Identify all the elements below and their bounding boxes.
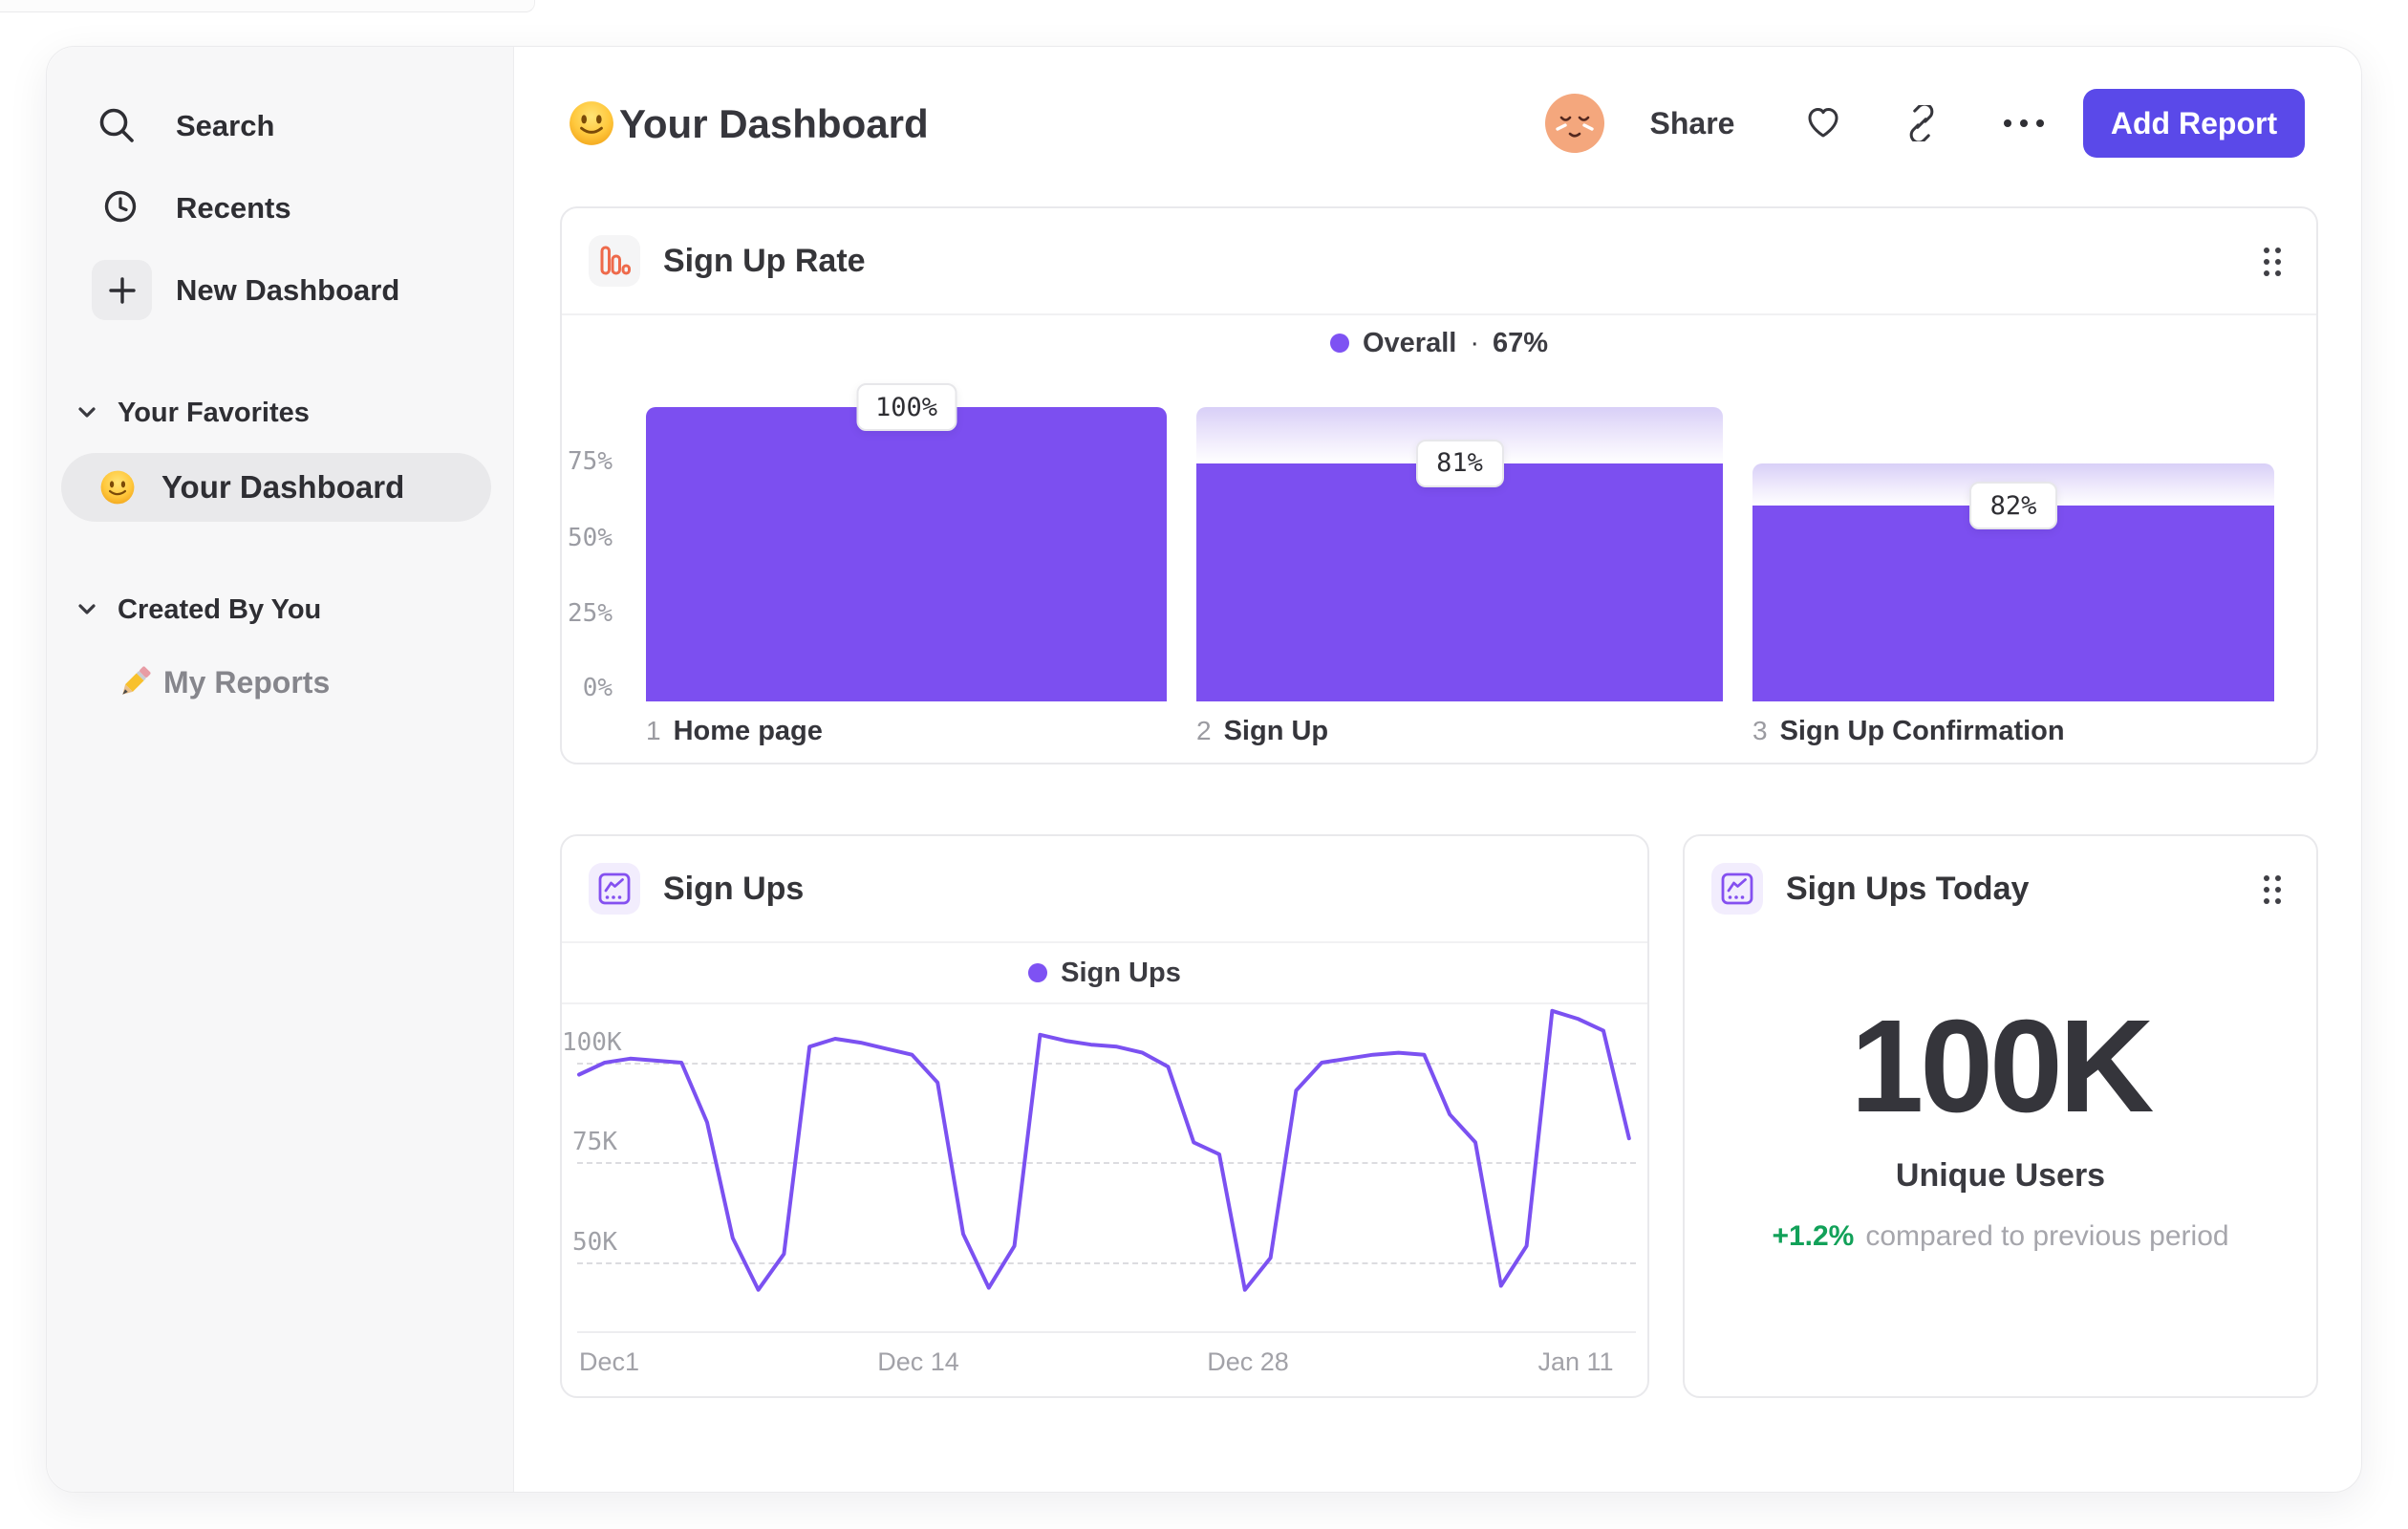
- drag-handle-icon[interactable]: [2253, 871, 2291, 909]
- card-header: Sign Ups: [562, 836, 1647, 943]
- sidebar-item-new-dashboard[interactable]: New Dashboard: [92, 260, 493, 320]
- sidebar-item-search[interactable]: Search: [97, 105, 479, 147]
- line-legend[interactable]: Sign Ups: [562, 943, 1647, 1004]
- sidebar-item-label: New Dashboard: [176, 273, 400, 307]
- sidebar-item-label: Search: [176, 109, 275, 142]
- drag-handle-icon[interactable]: [2253, 243, 2291, 281]
- step-name: Sign Up: [1223, 716, 1329, 746]
- x-axis-tick: Dec1: [579, 1347, 640, 1376]
- metric-caption: Unique Users: [1895, 1157, 2106, 1194]
- legend-dot: [1028, 963, 1048, 982]
- user-avatar[interactable]: [1544, 93, 1605, 154]
- background-window-edge: [0, 0, 535, 12]
- legend-label: Sign Ups: [1061, 957, 1181, 988]
- line-chart-icon: [598, 872, 631, 905]
- plus-icon: [108, 276, 136, 304]
- metric-delta-row: +1.2% compared to previous period: [1685, 1220, 2316, 1253]
- delta-caption: compared to previous period: [1865, 1220, 2229, 1252]
- funnel-chart-icon-box: [589, 235, 640, 287]
- sidebar-item-label: Your Dashboard: [161, 469, 405, 505]
- line-chart-icon-box: [589, 863, 640, 915]
- section-title: Created By You: [118, 594, 322, 625]
- x-axis-tick: Dec 28: [1207, 1347, 1289, 1376]
- step-number: 2: [1196, 716, 1212, 745]
- funnel-bar[interactable]: [646, 407, 1167, 701]
- card-title: Sign Ups Today: [1786, 871, 2030, 907]
- y-axis-tick: 75%: [568, 447, 613, 476]
- clock-icon: [104, 190, 137, 223]
- legend-value: 67%: [1492, 327, 1549, 358]
- funnel-legend[interactable]: Overall · 67%: [562, 315, 2316, 371]
- section-title: Your Favorites: [118, 398, 310, 428]
- copy-link-icon[interactable]: [1903, 105, 1940, 141]
- x-axis-line: [577, 1331, 1636, 1333]
- legend-separator: ·: [1470, 327, 1479, 358]
- card-title: Sign Ups: [663, 871, 805, 907]
- funnel-value-tooltip: 100%: [855, 383, 957, 431]
- y-axis-tick: 50%: [568, 524, 613, 552]
- funnel-bar[interactable]: [1196, 463, 1723, 701]
- sidebar-item-label: My Reports: [163, 665, 331, 700]
- card-header: Sign Ups Today: [1685, 836, 2316, 943]
- funnel-value-tooltip: 81%: [1415, 439, 1504, 487]
- y-axis-tick: 0%: [582, 674, 613, 702]
- step-number: 3: [1752, 716, 1768, 745]
- funnel-bar-chart-icon: [600, 246, 631, 275]
- x-axis-tick: Dec 14: [877, 1347, 959, 1376]
- step-name: Home page: [673, 716, 823, 746]
- step-number: 1: [646, 716, 661, 745]
- delta-value: +1.2%: [1772, 1220, 1855, 1252]
- line-chart-icon-box: [1711, 863, 1763, 915]
- smiley-emoji-icon: [100, 470, 135, 505]
- sign-ups-card: Sign Ups Sign Ups 100K 75K 50K Dec1 Dec …: [560, 834, 1649, 1398]
- step-name: Sign Up Confirmation: [1779, 716, 2065, 746]
- share-button[interactable]: Share: [1648, 93, 1736, 154]
- y-axis-tick: 25%: [568, 599, 613, 628]
- sidebar-item-your-dashboard[interactable]: Your Dashboard: [61, 453, 491, 522]
- legend-dot: [1329, 334, 1349, 353]
- funnel-value-tooltip: 82%: [1969, 482, 2057, 530]
- app-window: Search Recents New Dashboard Your Favori: [46, 46, 2362, 1493]
- sidebar-section-your-favorites[interactable]: Your Favorites: [75, 397, 477, 431]
- chevron-down-icon: [78, 604, 96, 614]
- chevron-down-icon: [78, 407, 96, 418]
- more-options-ellipsis-icon[interactable]: [2002, 118, 2046, 129]
- sign-ups-today-card: Sign Ups Today 100K Unique Users +1.2% c…: [1683, 834, 2318, 1398]
- legend-label: Overall: [1362, 327, 1457, 358]
- sidebar-item-recents[interactable]: Recents: [97, 187, 479, 229]
- funnel-bar[interactable]: [1752, 506, 2274, 701]
- favorite-heart-icon[interactable]: [1804, 104, 1842, 142]
- dashboard-smiley-emoji-icon: [570, 101, 613, 145]
- search-icon: [99, 108, 134, 142]
- add-report-button[interactable]: Add Report: [2083, 89, 2305, 158]
- card-header: Sign Up Rate: [562, 208, 2316, 315]
- funnel-step-label: 1 Home page: [646, 716, 823, 747]
- sidebar-item-label: Recents: [176, 191, 291, 225]
- sidebar: Search Recents New Dashboard Your Favori: [47, 47, 514, 1492]
- funnel-step-label: 2 Sign Up: [1196, 716, 1328, 747]
- card-title: Sign Up Rate: [663, 243, 866, 279]
- plus-icon-box: [92, 260, 152, 320]
- sidebar-section-created-by-you[interactable]: Created By You: [75, 593, 477, 628]
- sign-up-rate-card: Sign Up Rate Overall · 67% 75% 50% 25% 0…: [560, 206, 2318, 764]
- pencil-emoji-icon: [122, 666, 151, 695]
- metric-value: 100K: [1850, 993, 2155, 1140]
- funnel-step-label: 3 Sign Up Confirmation: [1752, 716, 2065, 747]
- page-title: Your Dashboard: [619, 101, 929, 146]
- x-axis-tick: Jan 11: [1537, 1347, 1614, 1376]
- sign-ups-line-series[interactable]: [562, 1004, 1647, 1331]
- line-chart-icon: [1721, 872, 1753, 905]
- sidebar-item-my-reports[interactable]: My Reports: [114, 659, 496, 705]
